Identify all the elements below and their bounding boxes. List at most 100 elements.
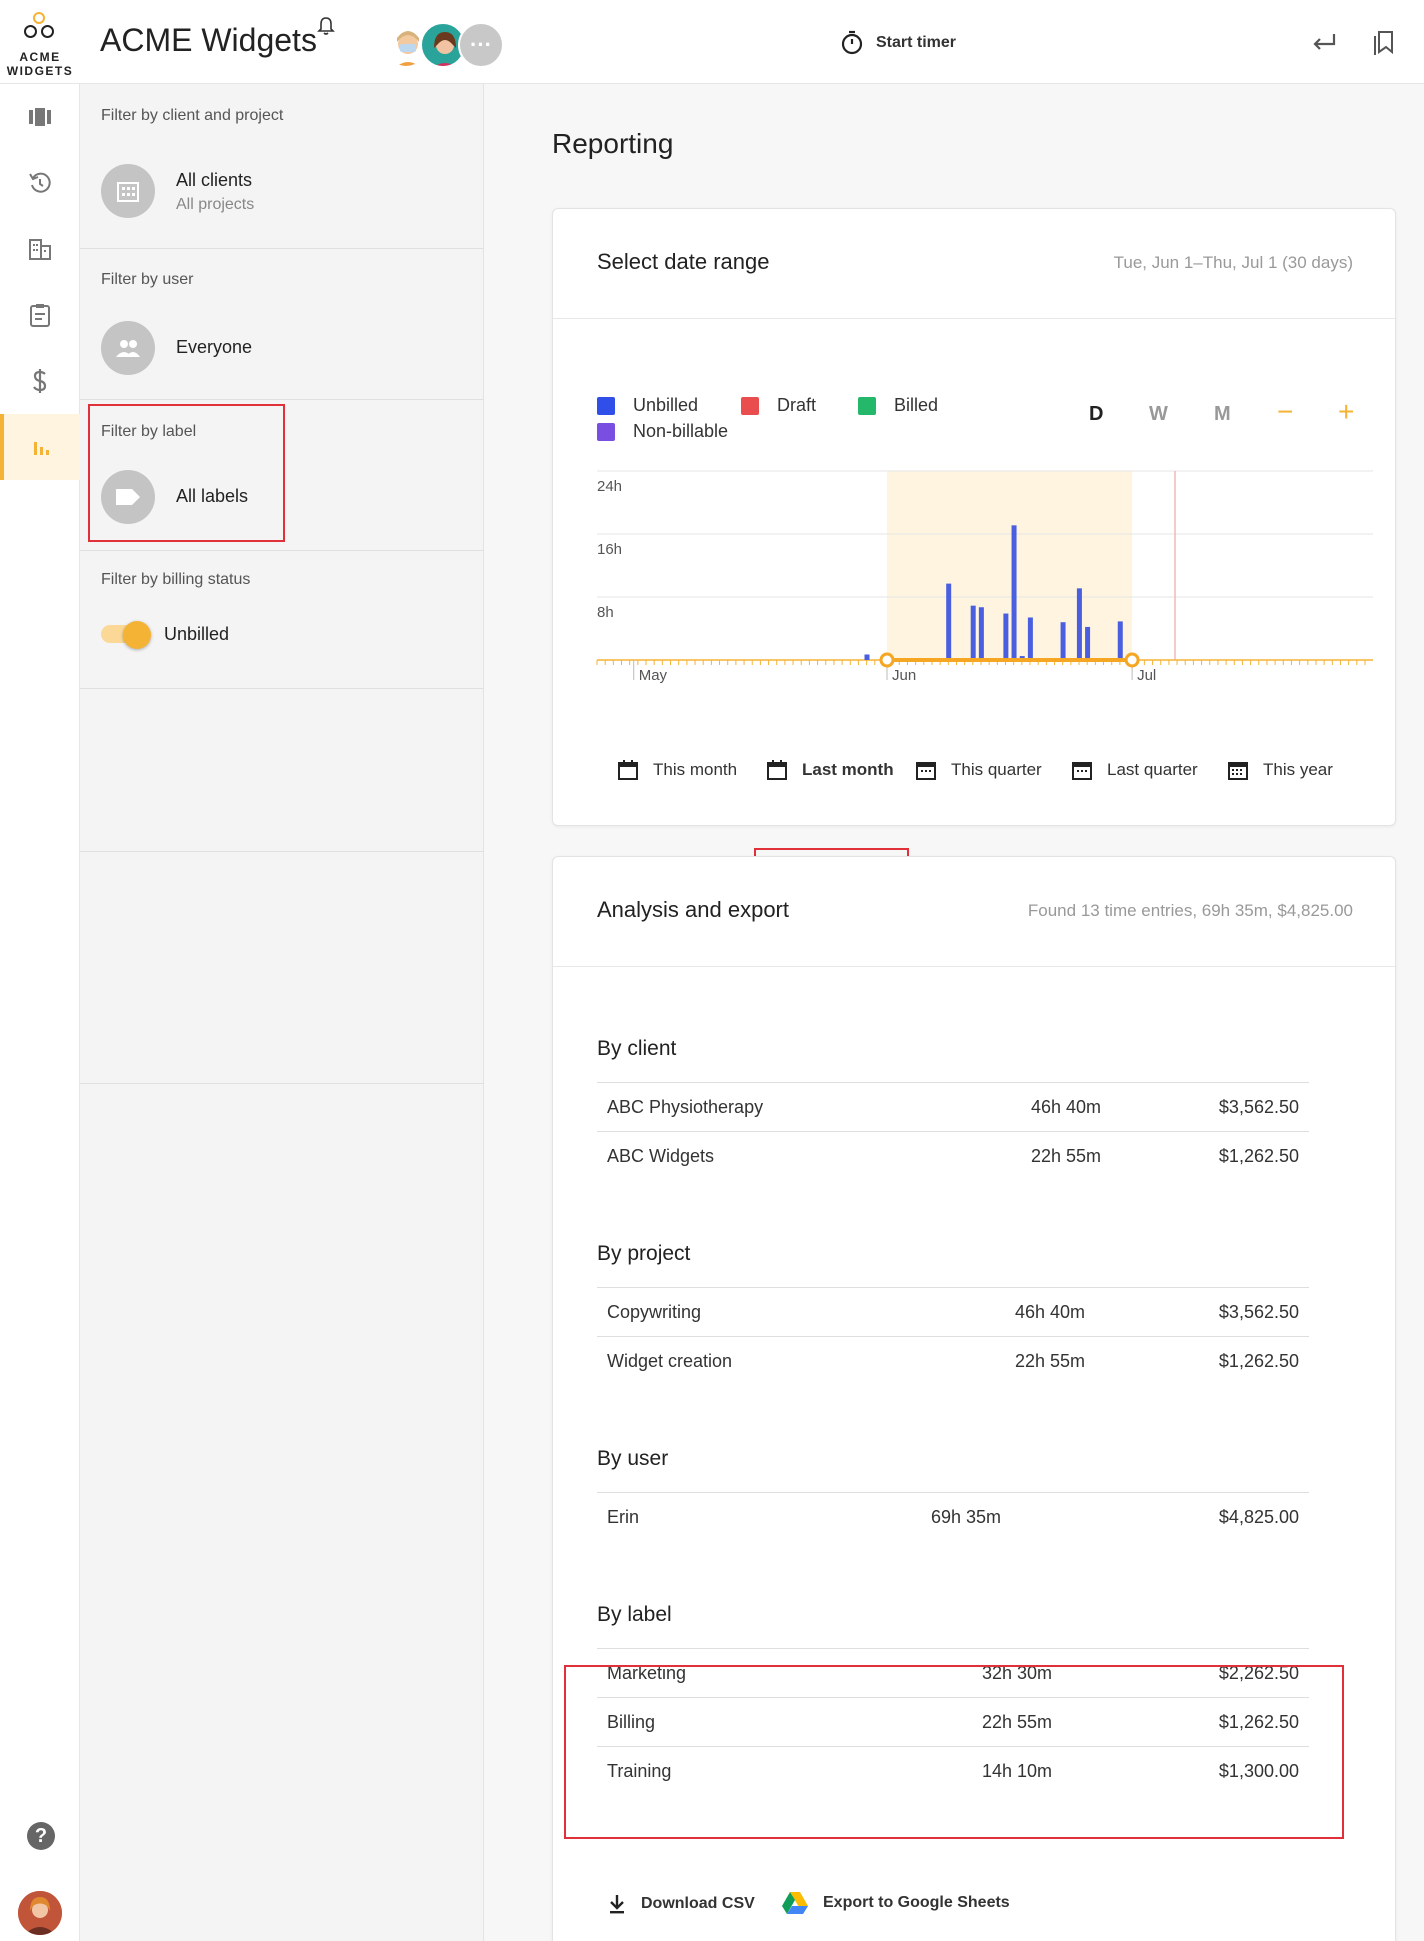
by-client-table: ABC Physiotherapy 46h 40m $3,562.50 ABC … — [597, 1082, 1309, 1180]
preset-this-month[interactable]: This month — [617, 759, 737, 781]
billing-status-label: Unbilled — [164, 624, 230, 644]
table-row[interactable]: Billing 22h 55m $1,262.50 — [597, 1697, 1309, 1746]
user-avatar[interactable] — [18, 1891, 62, 1935]
hours-bar-chart[interactable]: 24h 16h 8h May Jun Jul — [553, 459, 1397, 759]
selected-client: All clients — [176, 170, 253, 190]
table-row[interactable]: Copywriting 46h 40m $3,562.50 — [597, 1287, 1309, 1336]
date-range-summary: Tue, Jun 1–Thu, Jul 1 (30 days) — [1113, 253, 1353, 272]
row-time: 14h 10m — [982, 1761, 1053, 1781]
help-icon[interactable]: ? — [27, 1822, 55, 1850]
user-filter[interactable]: Filter by user Everyone — [80, 249, 484, 400]
date-range-title: Select date range — [597, 249, 770, 274]
calendar-icon — [618, 760, 638, 780]
by-user-title: By user — [597, 1447, 669, 1470]
main-content: Reporting Select date range Tue, Jun 1–T… — [484, 84, 1424, 1941]
table-row[interactable]: Erin 69h 35m $4,825.00 — [597, 1492, 1309, 1541]
legend-swatch-unbilled — [597, 396, 615, 415]
bar — [946, 583, 952, 660]
by-label-table: Marketing 32h 30m $2,262.50 Billing 22h … — [597, 1648, 1309, 1795]
reporting-bar-chart-icon[interactable] — [0, 414, 80, 480]
bookmarks-icon[interactable] — [1372, 28, 1396, 56]
preset-label: This month — [653, 760, 738, 779]
analysis-header: Analysis and export Found 13 time entrie… — [553, 857, 1397, 967]
row-name: Erin — [607, 1507, 640, 1527]
selected-range-shade — [887, 471, 1133, 660]
workspace-title[interactable]: ACME Widgets — [100, 22, 317, 59]
timeline-icon[interactable] — [0, 84, 80, 150]
logo-line-1: ACME — [19, 50, 61, 64]
analysis-card: Analysis and export Found 13 time entrie… — [552, 856, 1397, 1941]
nav-rail: ? — [0, 84, 80, 1941]
bar — [1076, 588, 1082, 660]
undo-icon[interactable] — [1310, 30, 1338, 54]
row-amount: $1,262.50 — [1218, 1146, 1299, 1166]
table-row[interactable]: Marketing 32h 30m $2,262.50 — [597, 1648, 1309, 1697]
filter-panel: Filter by client and project All clients… — [80, 84, 484, 1941]
preset-last-month[interactable]: Last month — [766, 759, 894, 781]
row-name: ABC Widgets — [607, 1146, 715, 1166]
legend-swatch-billed — [858, 396, 876, 415]
download-csv-label: Download CSV — [641, 1895, 755, 1912]
date-range-header: Select date range Tue, Jun 1–Thu, Jul 1 … — [553, 209, 1397, 319]
preset-this-quarter[interactable]: This quarter — [915, 759, 1042, 781]
client-project-filter[interactable]: Filter by client and project All clients… — [80, 84, 484, 249]
row-name: ABC Physiotherapy — [607, 1097, 764, 1117]
y-tick-label: 24h — [597, 478, 622, 495]
zoom-month-button[interactable]: M — [1214, 403, 1231, 426]
table-row[interactable]: Training 14h 10m $1,300.00 — [597, 1746, 1309, 1795]
row-name: Copywriting — [607, 1302, 702, 1322]
row-name: Marketing — [607, 1663, 687, 1683]
history-icon[interactable] — [0, 150, 80, 216]
row-amount: $1,300.00 — [1218, 1761, 1299, 1781]
bar — [1003, 613, 1009, 660]
legend-label: Non-billable — [633, 421, 729, 441]
export-google-sheets-button[interactable]: Export to Google Sheets — [781, 1891, 1010, 1915]
legend-unbilled: Unbilled — [597, 395, 698, 416]
x-tick-label: Jun — [892, 667, 916, 684]
table-row[interactable]: Widget creation 22h 55m $1,262.50 — [597, 1336, 1309, 1385]
logo-rings-icon — [22, 12, 58, 42]
calendar-icon — [916, 762, 936, 780]
preset-label: This year — [1263, 760, 1333, 779]
bell-icon[interactable] — [317, 16, 335, 36]
client-project-filter-title: Filter by client and project — [101, 107, 284, 124]
row-time: 46h 40m — [1015, 1302, 1086, 1322]
billing-status-filter[interactable]: Filter by billing status Unbilled — [80, 551, 484, 689]
table-row[interactable]: ABC Widgets 22h 55m $1,262.50 — [597, 1131, 1309, 1180]
legend-draft: Draft — [741, 395, 816, 416]
billing-filter-title: Filter by billing status — [101, 571, 251, 588]
unbilled-toggle[interactable] — [101, 621, 151, 649]
legend-billed: Billed — [858, 395, 938, 416]
download-csv-button[interactable]: Download CSV — [607, 1893, 755, 1915]
analysis-title: Analysis and export — [597, 897, 789, 922]
zoom-day-button[interactable]: D — [1089, 403, 1103, 426]
by-user-table: Erin 69h 35m $4,825.00 — [597, 1492, 1309, 1541]
zoom-in-button[interactable]: + — [1338, 396, 1354, 428]
selected-user: Everyone — [176, 337, 253, 357]
table-row[interactable]: ABC Physiotherapy 46h 40m $3,562.50 — [597, 1082, 1309, 1131]
page-title: Reporting — [552, 128, 674, 159]
legend-swatch-draft — [741, 396, 759, 415]
acme-logo[interactable]: ACME WIDGETS — [0, 8, 80, 80]
dollar-icon[interactable] — [0, 348, 80, 414]
clients-building-icon[interactable] — [0, 216, 80, 282]
preset-this-year[interactable]: This year — [1227, 759, 1333, 781]
row-amount: $1,262.50 — [1218, 1712, 1299, 1732]
user-filter-title: Filter by user — [101, 271, 194, 288]
row-amount: $1,262.50 — [1218, 1351, 1299, 1371]
legend-label: Billed — [894, 395, 939, 415]
date-range-card: Select date range Tue, Jun 1–Thu, Jul 1 … — [552, 208, 1397, 907]
preset-last-quarter[interactable]: Last quarter — [1071, 759, 1198, 781]
range-start-handle — [879, 652, 895, 668]
label-filter[interactable]: Filter by label All labels — [80, 400, 484, 551]
filter-divider — [80, 851, 484, 852]
bar — [864, 654, 870, 660]
zoom-out-button[interactable]: − — [1277, 396, 1293, 428]
zoom-week-button[interactable]: W — [1149, 403, 1168, 426]
clipboard-icon[interactable] — [0, 282, 80, 348]
legend-swatch-non-billable — [597, 422, 615, 441]
start-timer-button[interactable]: Start timer — [840, 30, 956, 56]
row-amount: $3,562.50 — [1218, 1097, 1299, 1117]
more-members-avatar[interactable]: ··· — [458, 22, 504, 68]
y-tick-label: 16h — [597, 541, 622, 558]
